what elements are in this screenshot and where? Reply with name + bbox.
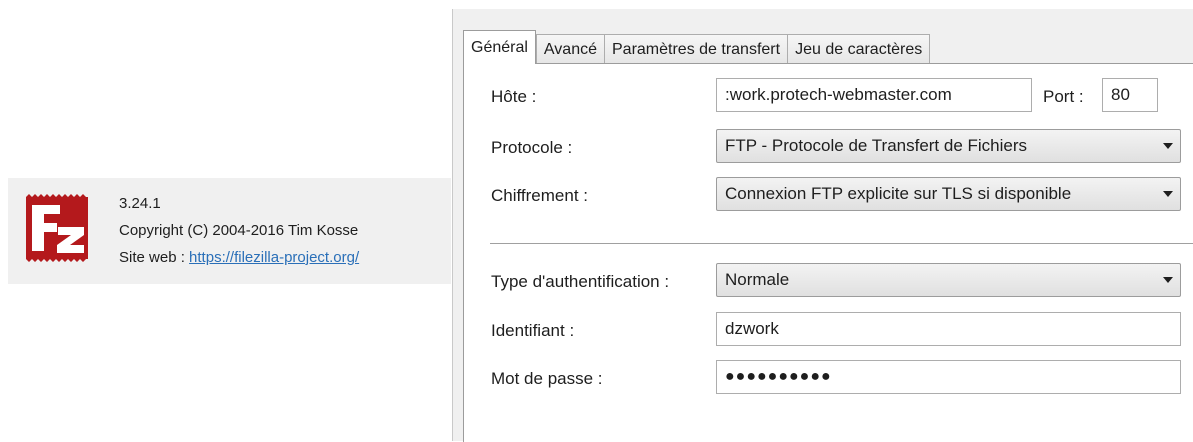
filezilla-logo-icon <box>26 194 88 262</box>
password-input[interactable]: ●●●●●●●●●● <box>716 360 1181 394</box>
separator <box>490 243 1193 245</box>
auth-type-select[interactable]: Normale <box>716 263 1181 297</box>
port-input[interactable]: 80 <box>1102 78 1158 112</box>
website-label: Site web : <box>119 249 185 266</box>
host-input[interactable]: :work.protech-webmaster.com <box>716 78 1032 112</box>
version-text: 3.24.1 <box>119 195 161 212</box>
website-link[interactable]: https://filezilla-project.org/ <box>189 249 359 266</box>
protocol-select-value: FTP - Protocole de Transfert de Fichiers <box>725 136 1028 155</box>
auth-type-label: Type d'authentification : <box>491 272 670 291</box>
tab-charset[interactable]: Jeu de caractères <box>787 34 931 64</box>
chevron-down-icon <box>1163 277 1173 283</box>
copyright-text: Copyright (C) 2004-2016 Tim Kosse <box>119 222 359 239</box>
auth-type-select-value: Normale <box>725 270 790 289</box>
protocol-label: Protocole : <box>491 138 573 157</box>
general-tab-pane: Hôte : :work.protech-webmaster.com Port … <box>463 63 1193 442</box>
encryption-select[interactable]: Connexion FTP explicite sur TLS si dispo… <box>716 177 1181 211</box>
port-label: Port : <box>1043 87 1084 106</box>
username-input[interactable]: dzwork <box>716 312 1181 346</box>
password-label: Mot de passe : <box>491 369 603 388</box>
encryption-label: Chiffrement : <box>491 186 589 205</box>
tab-general[interactable]: Général <box>463 30 536 64</box>
website-row: Site web : https://filezilla-project.org… <box>119 244 359 271</box>
about-text: 3.24.1 Copyright (C) 2004-2016 Tim Kosse… <box>119 190 359 271</box>
site-settings-dialog: Général Avancé Paramètres de transfert J… <box>452 9 1193 442</box>
tab-advanced[interactable]: Avancé <box>535 34 605 64</box>
encryption-select-value: Connexion FTP explicite sur TLS si dispo… <box>725 184 1072 203</box>
username-label: Identifiant : <box>491 321 575 340</box>
chevron-down-icon <box>1163 191 1173 197</box>
tab-bar: Général Avancé Paramètres de transfert J… <box>463 30 931 64</box>
chevron-down-icon <box>1163 143 1173 149</box>
tab-transfer-settings[interactable]: Paramètres de transfert <box>604 34 789 64</box>
protocol-select[interactable]: FTP - Protocole de Transfert de Fichiers <box>716 129 1181 163</box>
host-label: Hôte : <box>491 87 537 106</box>
about-panel: 3.24.1 Copyright (C) 2004-2016 Tim Kosse… <box>8 178 451 284</box>
